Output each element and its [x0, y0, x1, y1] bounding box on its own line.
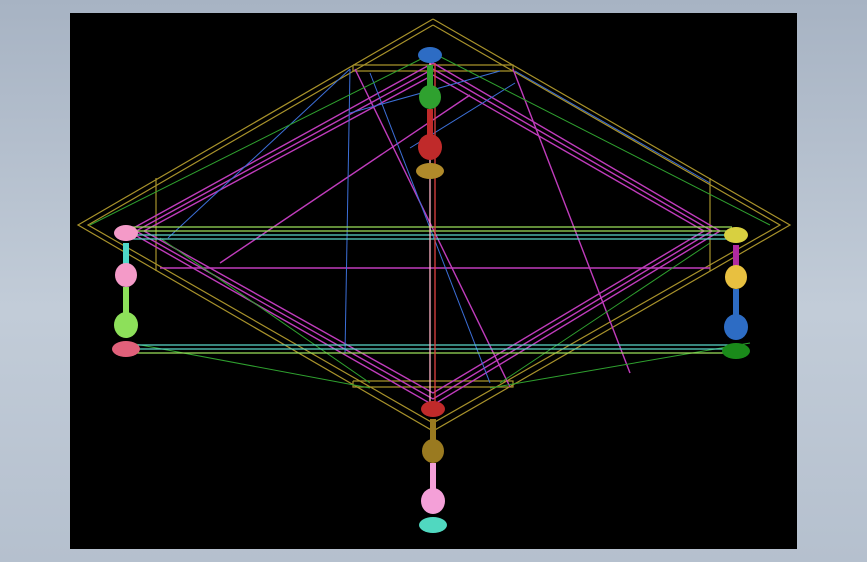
leg-right-segment-1	[733, 245, 739, 267]
brace-g5	[159, 237, 371, 384]
leg-left-segment-5	[112, 341, 140, 357]
bottom-bar	[352, 380, 514, 388]
leg-front-segment-2	[422, 439, 444, 463]
leg-left-segment-0	[114, 225, 138, 241]
leg-back-segment-0	[418, 47, 442, 63]
leg-front-segment-4	[421, 488, 445, 514]
leg-front-segment-3	[430, 463, 436, 489]
leg-front-segment-0	[421, 401, 445, 417]
outer-diamond	[76, 18, 792, 432]
leg-back-segment-3	[427, 109, 433, 135]
leg-front-segment-5	[419, 517, 447, 533]
leg-back-segment-2	[419, 85, 441, 109]
leg-front	[419, 401, 447, 533]
inner-diamond	[86, 24, 782, 424]
leg-right-segment-2	[725, 265, 747, 289]
leg-right-segment-3	[733, 289, 739, 315]
brace-g2	[432, 52, 771, 226]
leg-back-segment-5	[416, 163, 444, 179]
outer-outline	[76, 18, 792, 432]
leg-left-segment-4	[114, 312, 138, 338]
magenta-frame	[126, 62, 722, 406]
wireframe-model	[76, 18, 792, 533]
leg-left-segment-2	[115, 263, 137, 287]
leg-back-segment-1	[427, 65, 433, 87]
leg-front-segment-1	[430, 419, 436, 441]
leg-right	[722, 227, 750, 359]
leg-left-segment-1	[123, 243, 129, 265]
brace-b4	[514, 70, 711, 184]
brace-g6	[499, 242, 711, 384]
brace-g4	[489, 342, 751, 389]
leg-right-segment-4	[724, 314, 748, 340]
leg-back-segment-4	[418, 134, 442, 160]
brace-b1	[167, 68, 351, 239]
leg-left	[112, 225, 140, 357]
leg-right-segment-0	[724, 227, 748, 243]
frame-outline-1	[126, 62, 722, 406]
cad-viewport[interactable]	[70, 13, 797, 549]
leg-left-segment-3	[123, 287, 129, 313]
legs	[112, 47, 750, 533]
brace-g1	[89, 52, 434, 226]
leg-right-segment-5	[722, 343, 750, 359]
frame-diag-4	[512, 68, 631, 374]
